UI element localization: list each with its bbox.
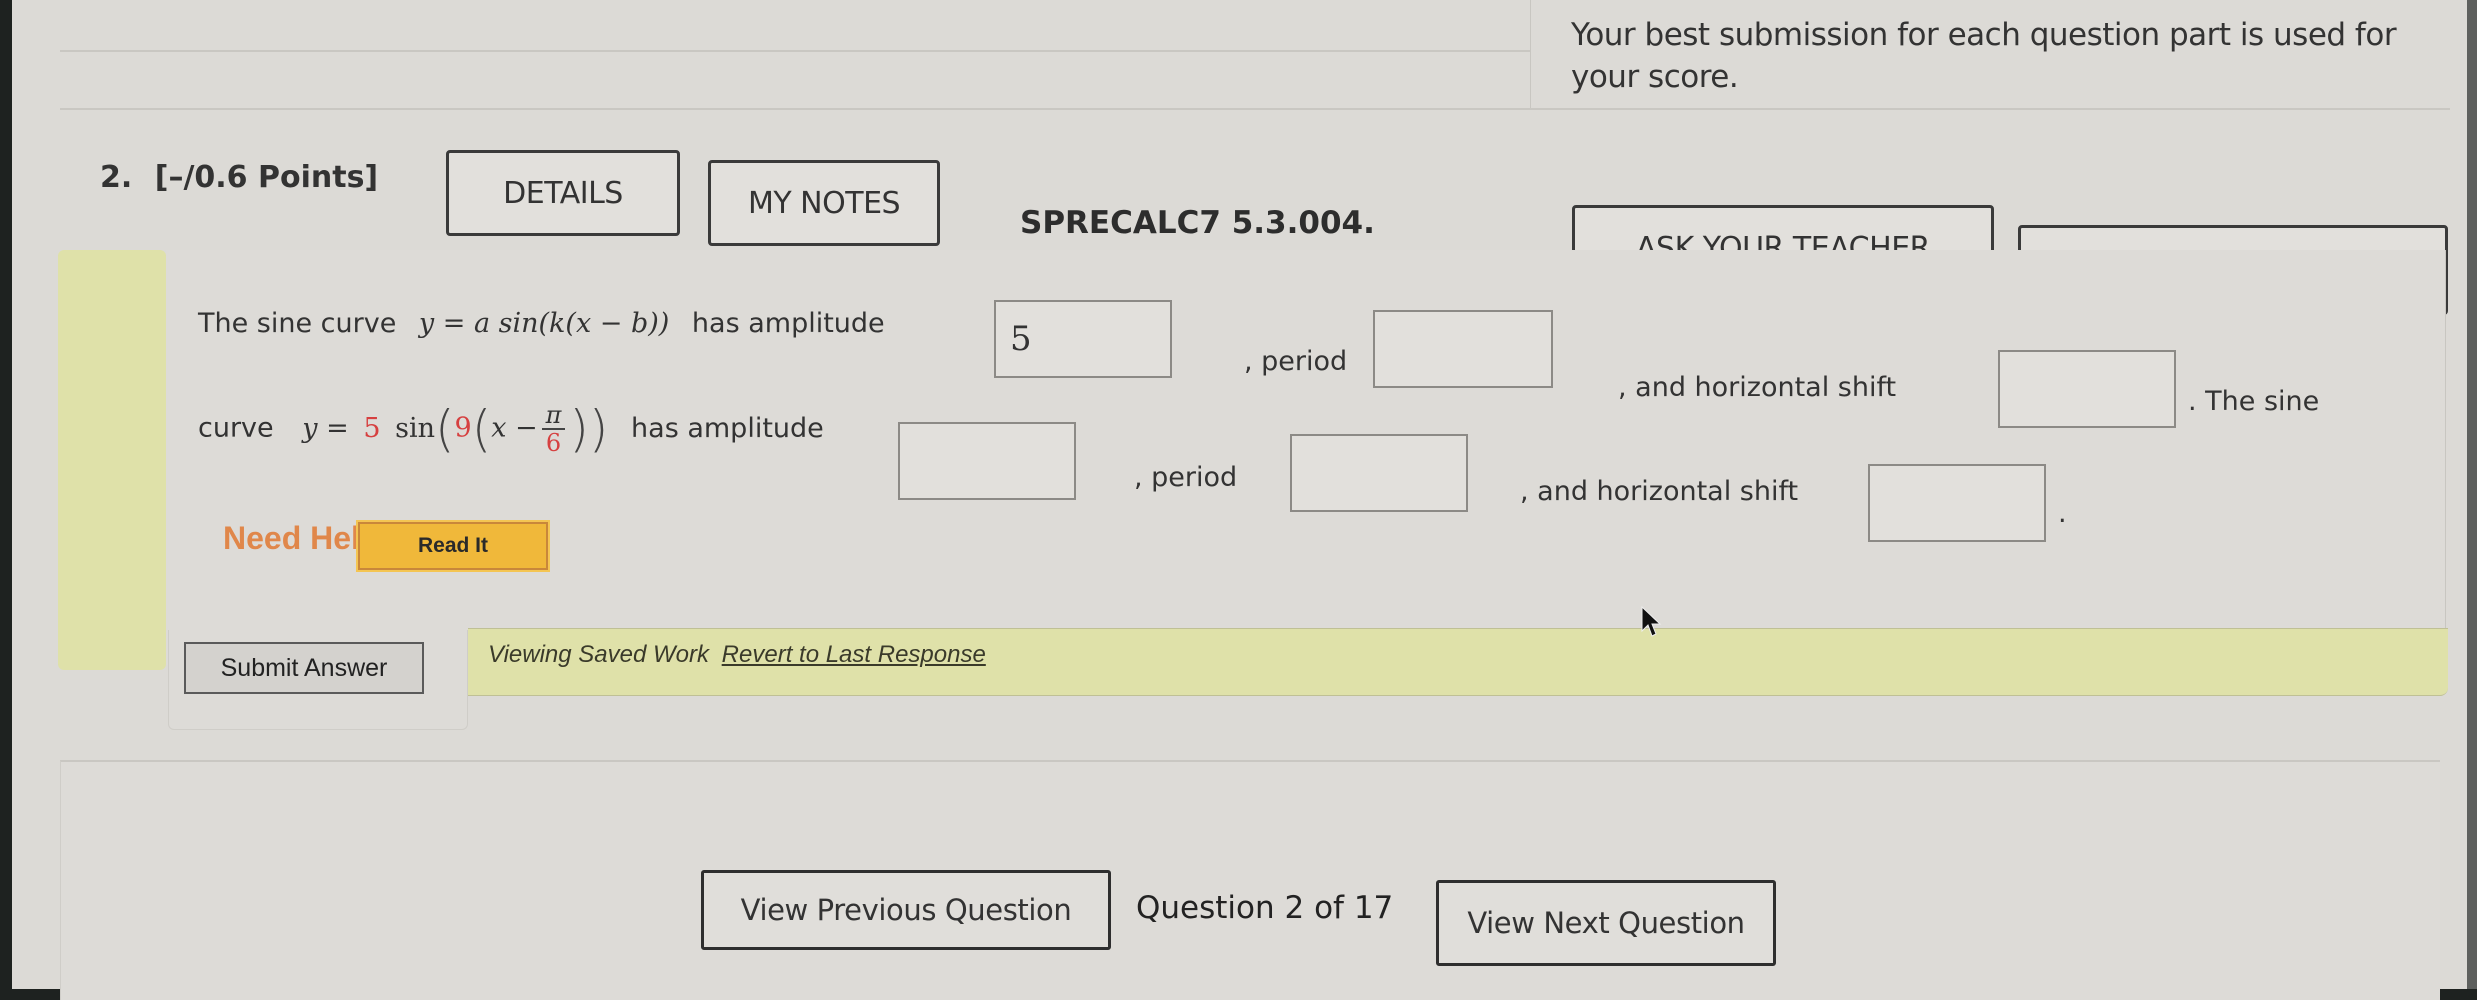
amplitude-input-1[interactable]: 5 (994, 300, 1172, 378)
equation-k-value: 9 (454, 412, 472, 444)
question-number: 2. [–/0.6 Points] (100, 160, 378, 195)
divider (60, 50, 1530, 52)
shift-label-2: , and horizontal shift (1520, 476, 1799, 507)
shift-label-1: , and horizontal shift (1618, 372, 1897, 403)
question-body: The sine curve y = a sin(k(x − b)) has a… (58, 250, 2448, 730)
my-notes-button[interactable]: MY NOTES (708, 160, 940, 246)
points-label: [–/0.6 Points] (154, 160, 379, 195)
equation-x-minus: x − (491, 412, 538, 444)
text-segment: has amplitude (631, 412, 824, 444)
score-info-box: Your best submission for each question p… (1530, 0, 2460, 110)
period-label-1: , period (1244, 346, 1348, 377)
question-position: Question 2 of 17 (1136, 890, 1394, 926)
question-navigation: View Previous Question Question 2 of 17 … (60, 760, 2440, 1000)
general-sine-equation: y = a sin(k(x − b)) (418, 308, 670, 339)
question-code: SPRECALC7 5.3.004. (1020, 205, 1375, 241)
period-label-2: , period (1134, 462, 1238, 493)
saved-work-bar: Viewing Saved Work Revert to Last Respon… (468, 628, 2448, 696)
text-segment: . The sine (2188, 386, 2320, 417)
equation-sin: sin (395, 412, 435, 444)
fraction-numerator: π (541, 402, 566, 430)
revert-to-last-response-link[interactable]: Revert to Last Response (722, 641, 986, 668)
question-number-label: 2. (100, 160, 133, 195)
view-next-question-button[interactable]: View Next Question (1436, 880, 1776, 966)
mouse-pointer-icon (1641, 605, 1662, 637)
fraction-denominator: 6 (545, 429, 562, 457)
question-text-line-2: curve y = 5 sin(9(x − π 6)) has amplitude (198, 400, 824, 458)
question-text-line-1: The sine curve y = a sin(k(x − b)) has a… (198, 308, 885, 339)
amplitude-input-2[interactable] (898, 422, 1076, 500)
question-header: 2. [–/0.6 Points] DETAILS MY NOTES SPREC… (60, 150, 2450, 315)
divider (60, 108, 2450, 110)
monitor-bezel-left (0, 0, 12, 989)
saved-work-text: Viewing Saved Work Revert to Last Respon… (488, 641, 986, 669)
paren: ( (471, 400, 492, 458)
paren: ( (434, 400, 455, 458)
question-status-strip (58, 250, 166, 670)
period-input-2[interactable] (1290, 434, 1468, 512)
text-segment: curve (198, 412, 274, 444)
text-segment: . (2058, 498, 2067, 529)
period-input-1[interactable] (1373, 310, 1553, 388)
score-info-text: Your best submission for each question p… (1571, 17, 2397, 95)
paren: )) (569, 400, 609, 458)
shift-input-1[interactable] (1998, 350, 2176, 428)
equation-amplitude-value: 5 (363, 412, 381, 444)
read-it-button[interactable]: Read It (356, 520, 550, 572)
saved-status-label: Viewing Saved Work (488, 641, 709, 668)
screen: Your best submission for each question p… (0, 0, 2477, 1000)
equation-fraction: π6 (541, 402, 566, 457)
text-segment: has amplitude (691, 308, 885, 339)
text-segment: The sine curve (198, 308, 397, 339)
submit-answer-button[interactable]: Submit Answer (184, 642, 424, 694)
details-button[interactable]: DETAILS (446, 150, 680, 236)
equation-y: y = (302, 412, 349, 444)
submit-area: Submit Answer (168, 630, 468, 730)
shift-input-2[interactable] (1868, 464, 2046, 542)
monitor-bezel-right (2467, 0, 2477, 989)
view-previous-question-button[interactable]: View Previous Question (701, 870, 1111, 950)
